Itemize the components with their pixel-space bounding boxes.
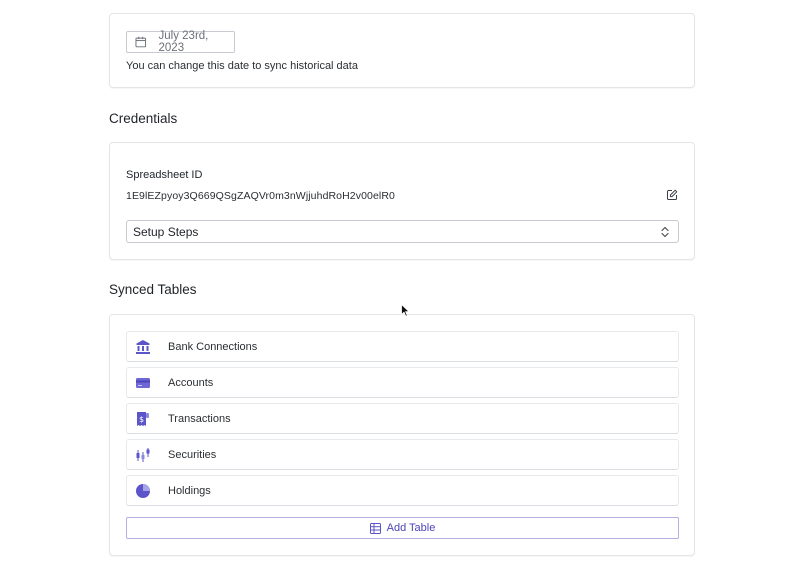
setup-steps-label: Setup Steps [133, 224, 199, 239]
table-row-label: Accounts [168, 376, 214, 389]
spreadsheet-id-value: 1E9lEZpyoy3Q669QSgZAQVr0m3nWjjuhdRoH2v00… [126, 190, 395, 202]
start-date-card: July 23rd, 2023 You can change this date… [109, 13, 695, 88]
calendar-icon [135, 36, 147, 48]
card-icon [135, 375, 151, 391]
synced-tables-title: Synced Tables [109, 282, 197, 297]
add-table-label: Add Table [386, 522, 436, 534]
candlestick-icon [135, 447, 151, 463]
add-table-button[interactable]: Add Table [126, 517, 679, 539]
chevron-up-down-icon [661, 226, 669, 238]
bank-icon [135, 339, 151, 355]
start-date-value: July 23rd, 2023 [158, 30, 209, 54]
table-row-label: Holdings [168, 484, 211, 497]
table-row-securities[interactable]: Securities [126, 439, 679, 470]
table-row-accounts[interactable]: Accounts [126, 367, 679, 398]
date-help-text: You can change this date to sync histori… [126, 60, 358, 72]
setup-steps-select[interactable]: Setup Steps [126, 220, 679, 243]
table-row-bank-connections[interactable]: Bank Connections [126, 331, 679, 362]
spreadsheet-id-label: Spreadsheet ID [126, 169, 203, 181]
receipt-icon: $ [135, 411, 151, 427]
credentials-title: Credentials [109, 111, 178, 126]
credentials-card: Spreadsheet ID 1E9lEZpyoy3Q669QSgZAQVr0m… [109, 142, 695, 260]
table-row-label: Bank Connections [168, 340, 258, 353]
table-row-label: Transactions [168, 412, 231, 425]
table-row-holdings[interactable]: Holdings [126, 475, 679, 506]
table-row-transactions[interactable]: $ Transactions [126, 403, 679, 434]
synced-tables-card: Bank Connections Accounts $ Transactions [109, 314, 695, 556]
mouse-cursor-icon [401, 304, 410, 317]
svg-text:$: $ [139, 415, 144, 424]
edit-icon[interactable] [666, 189, 678, 201]
table-icon [369, 522, 381, 534]
start-date-picker[interactable]: July 23rd, 2023 [126, 30, 235, 54]
table-row-label: Securities [168, 448, 217, 461]
pie-chart-icon [135, 483, 151, 499]
